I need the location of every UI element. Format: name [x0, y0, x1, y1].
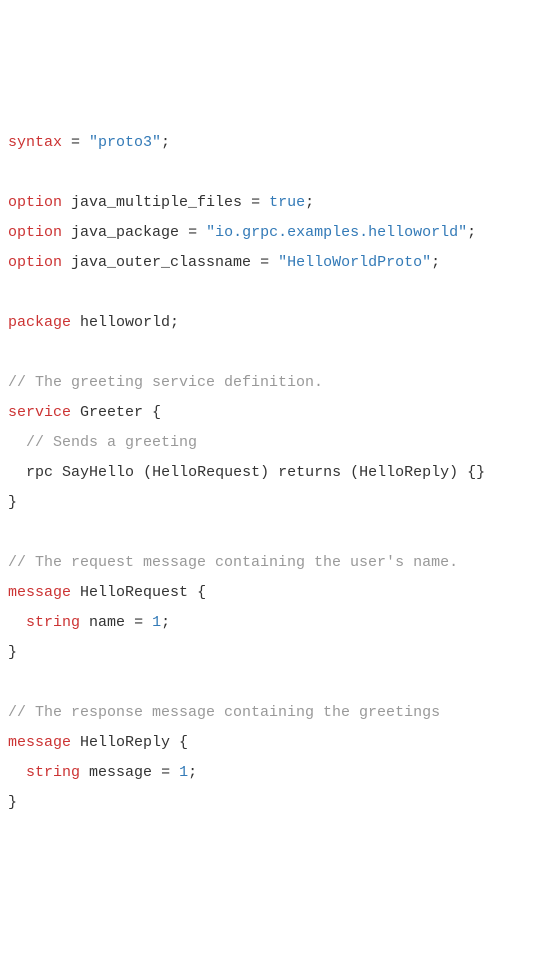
code-token: message [8, 584, 71, 601]
code-token: "proto3" [89, 134, 161, 151]
code-line: syntax = "proto3"; [8, 128, 534, 158]
code-token: HelloReply [359, 464, 449, 481]
code-token: "io.grpc.examples.helloworld" [206, 224, 467, 241]
code-line: // The greeting service definition. [8, 368, 534, 398]
code-token [8, 764, 26, 781]
code-token: ; [305, 194, 314, 211]
code-token: returns [278, 464, 341, 481]
code-token: ; [170, 314, 179, 331]
code-token: = [152, 764, 179, 781]
code-token [71, 314, 80, 331]
code-token: ( [134, 464, 152, 481]
code-token: = [251, 254, 278, 271]
code-token: { [143, 404, 161, 421]
code-token: SayHello [62, 464, 134, 481]
code-line: message HelloReply { [8, 728, 534, 758]
code-line: message HelloRequest { [8, 578, 534, 608]
code-line: } [8, 488, 534, 518]
code-token: ; [188, 764, 197, 781]
code-line: } [8, 638, 534, 668]
code-line [8, 668, 534, 698]
code-token [71, 734, 80, 751]
code-token: 1 [179, 764, 188, 781]
code-token: java_multiple_files [71, 194, 242, 211]
code-token: = [62, 134, 89, 151]
code-token: true [269, 194, 305, 211]
code-line: // The response message containing the g… [8, 698, 534, 728]
code-token: = [125, 614, 152, 631]
code-line [8, 518, 534, 548]
code-token: ; [431, 254, 440, 271]
code-token: } [8, 794, 17, 811]
code-token: "HelloWorldProto" [278, 254, 431, 271]
code-token [80, 614, 89, 631]
code-token: // The response message containing the g… [8, 704, 440, 721]
code-token: syntax [8, 134, 62, 151]
code-token: { [188, 584, 206, 601]
code-line: // Sends a greeting [8, 428, 534, 458]
code-token: option [8, 194, 62, 211]
code-token: = [179, 224, 206, 241]
code-line: rpc SayHello (HelloRequest) returns (Hel… [8, 458, 534, 488]
code-block: syntax = "proto3"; option java_multiple_… [8, 128, 534, 818]
code-token: helloworld [80, 314, 170, 331]
code-token: message [8, 734, 71, 751]
code-line: string message = 1; [8, 758, 534, 788]
code-token: message [89, 764, 152, 781]
code-token [62, 254, 71, 271]
code-token: } [8, 644, 17, 661]
code-token: string [26, 614, 80, 631]
code-token [80, 764, 89, 781]
code-token: service [8, 404, 71, 421]
code-line: option java_package = "io.grpc.examples.… [8, 218, 534, 248]
code-token: = [242, 194, 269, 211]
code-token: { [170, 734, 188, 751]
code-token: // Sends a greeting [26, 434, 197, 451]
code-token: Greeter [80, 404, 143, 421]
code-token: // The greeting service definition. [8, 374, 323, 391]
code-token: ) [260, 464, 278, 481]
code-token: HelloReply [80, 734, 170, 751]
code-token: HelloRequest [80, 584, 188, 601]
code-line [8, 278, 534, 308]
code-token: // The request message containing the us… [8, 554, 458, 571]
code-token [8, 614, 26, 631]
code-line: } [8, 788, 534, 818]
code-token: ; [161, 134, 170, 151]
code-token [8, 434, 26, 451]
code-token [8, 464, 26, 481]
code-token: ; [161, 614, 170, 631]
code-token [53, 464, 62, 481]
code-token [71, 404, 80, 421]
code-token: ( [341, 464, 359, 481]
code-token: rpc [26, 464, 53, 481]
code-line: package helloworld; [8, 308, 534, 338]
code-token: HelloRequest [152, 464, 260, 481]
code-line: option java_outer_classname = "HelloWorl… [8, 248, 534, 278]
code-token: option [8, 224, 62, 241]
code-token: ; [467, 224, 476, 241]
code-line [8, 158, 534, 188]
code-line: string name = 1; [8, 608, 534, 638]
code-token: option [8, 254, 62, 271]
code-token: package [8, 314, 71, 331]
code-token: name [89, 614, 125, 631]
code-token [62, 194, 71, 211]
code-line [8, 338, 534, 368]
code-token: java_outer_classname [71, 254, 251, 271]
code-token: ) {} [449, 464, 485, 481]
code-line: option java_multiple_files = true; [8, 188, 534, 218]
code-token: java_package [71, 224, 179, 241]
code-line: // The request message containing the us… [8, 548, 534, 578]
code-token: } [8, 494, 17, 511]
code-token: string [26, 764, 80, 781]
code-token: 1 [152, 614, 161, 631]
code-token [71, 584, 80, 601]
code-line: service Greeter { [8, 398, 534, 428]
code-token [62, 224, 71, 241]
